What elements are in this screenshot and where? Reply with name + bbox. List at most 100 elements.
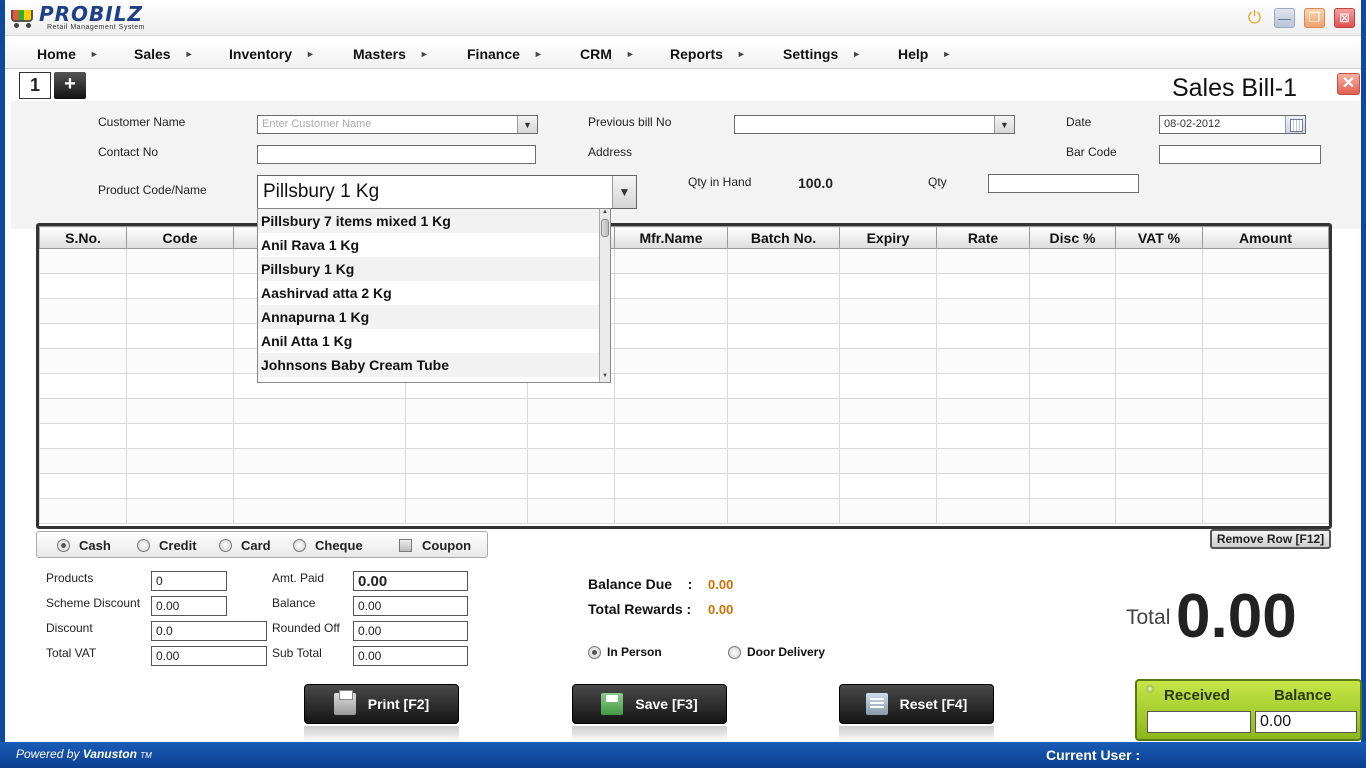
coupon-option[interactable]: Coupon: [399, 538, 471, 553]
table-cell[interactable]: [1115, 448, 1203, 474]
table-cell[interactable]: [614, 248, 728, 274]
bar-code-input[interactable]: [1159, 145, 1321, 164]
list-item[interactable]: Johnsons Baby Cream Tube: [258, 353, 600, 377]
table-cell[interactable]: [126, 323, 234, 349]
table-cell[interactable]: [1115, 398, 1203, 424]
scroll-down-icon[interactable]: ▼: [600, 373, 610, 382]
table-cell[interactable]: [839, 398, 937, 424]
table-row[interactable]: [39, 473, 1329, 499]
table-cell[interactable]: [405, 398, 528, 424]
table-cell[interactable]: [126, 248, 234, 274]
radio-icon[interactable]: [293, 539, 306, 552]
maximize-icon[interactable]: ❐: [1304, 8, 1325, 28]
payment-cheque[interactable]: Cheque: [293, 538, 363, 553]
radio-icon[interactable]: [728, 645, 741, 659]
table-cell[interactable]: [405, 423, 528, 449]
table-cell[interactable]: [1202, 448, 1329, 474]
menu-item-inventory[interactable]: Inventory ►: [229, 46, 315, 62]
close-icon[interactable]: ⊠: [1334, 8, 1355, 28]
menu-item-sales[interactable]: Sales ►: [134, 46, 194, 62]
payment-card[interactable]: Card: [219, 538, 271, 553]
list-item[interactable]: Anil Atta 1 Kg: [258, 329, 600, 353]
table-cell[interactable]: [126, 448, 234, 474]
print-button[interactable]: Print [F2]: [304, 684, 459, 724]
add-tab-button[interactable]: +: [54, 72, 86, 99]
table-cell[interactable]: [39, 398, 127, 424]
table-cell[interactable]: [936, 348, 1030, 374]
table-cell[interactable]: [1029, 498, 1116, 524]
amt-paid-input[interactable]: 0.00: [353, 571, 468, 591]
table-cell[interactable]: [936, 448, 1030, 474]
table-cell[interactable]: [527, 448, 615, 474]
table-cell[interactable]: [1202, 348, 1329, 374]
table-cell[interactable]: [1029, 373, 1116, 399]
table-row[interactable]: [39, 248, 1329, 274]
list-item[interactable]: Pillsbury 7 items mixed 1 Kg: [258, 209, 600, 233]
delivery-door[interactable]: Door Delivery: [728, 645, 825, 659]
table-cell[interactable]: [1115, 273, 1203, 299]
menu-item-settings[interactable]: Settings ►: [783, 46, 861, 62]
table-cell[interactable]: [727, 373, 840, 399]
table-cell[interactable]: [614, 273, 728, 299]
table-cell[interactable]: [405, 473, 528, 499]
table-cell[interactable]: [614, 448, 728, 474]
table-row[interactable]: [39, 323, 1329, 349]
table-cell[interactable]: [614, 398, 728, 424]
table-cell[interactable]: [1202, 398, 1329, 424]
chevron-down-icon[interactable]: ▼: [612, 176, 636, 208]
table-cell[interactable]: [126, 273, 234, 299]
table-cell[interactable]: [1115, 248, 1203, 274]
power-icon[interactable]: ⏻: [1244, 8, 1265, 28]
table-row[interactable]: [39, 348, 1329, 374]
close-bill-icon[interactable]: ✕: [1337, 73, 1360, 95]
list-item[interactable]: Pillsbury 1 Kg: [258, 257, 600, 281]
table-row[interactable]: [39, 298, 1329, 324]
table-cell[interactable]: [936, 298, 1030, 324]
table-cell[interactable]: [727, 298, 840, 324]
checkbox-icon[interactable]: [399, 539, 412, 552]
table-cell[interactable]: [39, 373, 127, 399]
table-cell[interactable]: [727, 273, 840, 299]
table-cell[interactable]: [839, 323, 937, 349]
remove-row-button[interactable]: Remove Row [F12]: [1210, 529, 1331, 549]
scroll-thumb[interactable]: [601, 219, 609, 237]
table-cell[interactable]: [39, 273, 127, 299]
table-cell[interactable]: [1115, 373, 1203, 399]
table-cell[interactable]: [527, 473, 615, 499]
table-row[interactable]: [39, 273, 1329, 299]
table-cell[interactable]: [39, 323, 127, 349]
table-cell[interactable]: [126, 423, 234, 449]
total-vat-input[interactable]: 0.00: [151, 646, 267, 666]
scheme-discount-input[interactable]: 0.00: [151, 596, 227, 616]
customer-name-input[interactable]: Enter Customer Name ▼: [257, 115, 538, 134]
table-cell[interactable]: [614, 498, 728, 524]
table-cell[interactable]: [936, 498, 1030, 524]
table-cell[interactable]: [1202, 473, 1329, 499]
table-cell[interactable]: [1029, 348, 1116, 374]
table-cell[interactable]: [727, 473, 840, 499]
list-item[interactable]: Aashirvad atta 2 Kg: [258, 281, 600, 305]
payment-cash[interactable]: Cash: [57, 538, 111, 553]
table-cell[interactable]: [126, 373, 234, 399]
table-cell[interactable]: [233, 498, 406, 524]
table-cell[interactable]: [839, 348, 937, 374]
table-cell[interactable]: [1115, 498, 1203, 524]
received-input[interactable]: [1147, 711, 1251, 733]
table-cell[interactable]: [839, 248, 937, 274]
menu-item-help[interactable]: Help ►: [898, 46, 951, 62]
table-cell[interactable]: [839, 473, 937, 499]
radio-selected-icon[interactable]: [57, 539, 70, 552]
table-cell[interactable]: [936, 323, 1030, 349]
table-cell[interactable]: [1202, 423, 1329, 449]
table-cell[interactable]: [614, 323, 728, 349]
table-cell[interactable]: [1029, 323, 1116, 349]
table-row[interactable]: [39, 398, 1329, 424]
table-cell[interactable]: [727, 448, 840, 474]
table-cell[interactable]: [1202, 498, 1329, 524]
table-cell[interactable]: [233, 448, 406, 474]
table-cell[interactable]: [727, 498, 840, 524]
table-cell[interactable]: [1202, 248, 1329, 274]
table-row[interactable]: [39, 373, 1329, 399]
products-input[interactable]: 0: [151, 571, 227, 591]
balance-input[interactable]: 0.00: [353, 596, 468, 616]
